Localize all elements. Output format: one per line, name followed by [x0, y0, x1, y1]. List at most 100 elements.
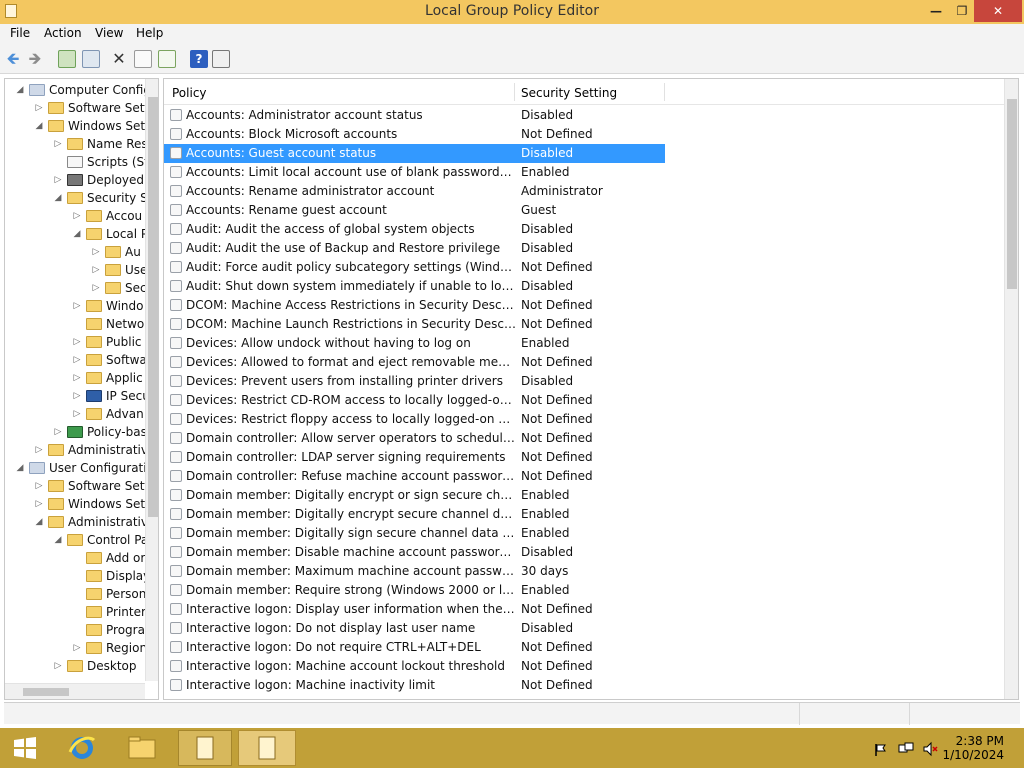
folder-icon [86, 570, 102, 582]
policy-setting-icon [170, 641, 182, 653]
policy-row[interactable]: Accounts: Block Microsoft accounts Not De… [164, 125, 1004, 144]
expand-arrow-icon[interactable]: ▷ [91, 265, 101, 275]
menu-file[interactable]: File [10, 26, 30, 40]
volume-muted-icon[interactable] [922, 741, 938, 757]
expand-arrow-icon[interactable]: ▷ [72, 409, 82, 419]
back-icon[interactable]: 🡸 [4, 50, 22, 68]
column-separator[interactable] [514, 83, 515, 101]
expand-arrow-icon[interactable]: ▷ [72, 643, 82, 653]
tree-horizontal-thumb[interactable] [23, 688, 69, 696]
group-policy-editor-taskbar-2[interactable] [238, 730, 296, 766]
expand-arrow-icon[interactable]: ▷ [72, 337, 82, 347]
policy-row[interactable]: Devices: Restrict CD-ROM access to local… [164, 391, 1004, 410]
policy-row[interactable]: Domain member: Digitally encrypt secure … [164, 505, 1004, 524]
file-explorer-icon[interactable] [120, 730, 164, 766]
policy-row[interactable]: Devices: Prevent users from installing p… [164, 372, 1004, 391]
network-icon[interactable] [898, 741, 914, 757]
export-list-icon[interactable] [158, 50, 176, 68]
close-button[interactable]: ✕ [974, 0, 1022, 22]
policy-row[interactable]: Accounts: Rename administrator account Ad… [164, 182, 1004, 201]
collapse-arrow-icon[interactable]: ◢ [15, 85, 25, 95]
policy-row[interactable]: Audit: Audit the access of global system… [164, 220, 1004, 239]
policy-row[interactable]: Audit: Force audit policy subcategory se… [164, 258, 1004, 277]
policy-row[interactable]: Interactive logon: Machine account locko… [164, 657, 1004, 676]
policy-row[interactable]: DCOM: Machine Access Restrictions in Sec… [164, 296, 1004, 315]
column-security-setting[interactable]: Security Setting [521, 86, 617, 100]
internet-explorer-icon[interactable] [60, 730, 104, 766]
expand-arrow-icon[interactable]: ▷ [91, 247, 101, 257]
expand-arrow-icon[interactable]: ▷ [53, 139, 63, 149]
policy-row[interactable]: Accounts: Guest account status Disabled [164, 144, 665, 163]
tree-vertical-thumb[interactable] [148, 97, 158, 517]
show-hide-tree-icon[interactable] [82, 50, 100, 68]
up-folder-icon[interactable] [58, 50, 76, 68]
security-setting-value: Not Defined [521, 450, 593, 464]
policy-row[interactable]: Audit: Shut down system immediately if u… [164, 277, 1004, 296]
column-policy[interactable]: Policy [172, 86, 207, 100]
policy-row[interactable]: Accounts: Limit local account use of bla… [164, 163, 1004, 182]
collapse-arrow-icon[interactable]: ◢ [34, 121, 44, 131]
expand-arrow-icon[interactable]: ▷ [53, 661, 63, 671]
policy-row[interactable]: Domain member: Digitally sign secure cha… [164, 524, 1004, 543]
policy-row[interactable]: Interactive logon: Do not require CTRL+A… [164, 638, 1004, 657]
expand-arrow-icon[interactable]: ▷ [34, 103, 44, 113]
list-vertical-scrollbar[interactable] [1004, 79, 1018, 699]
toolbar: 🡸 🡺 ✕ ? [0, 44, 1024, 74]
policy-row[interactable]: Domain member: Maximum machine account p… [164, 562, 1004, 581]
properties-icon[interactable] [134, 50, 152, 68]
expand-arrow-icon[interactable]: ▷ [72, 301, 82, 311]
menu-help[interactable]: Help [136, 26, 163, 40]
policy-row[interactable]: Interactive logon: Machine inactivity li… [164, 676, 1004, 695]
expand-arrow-icon[interactable]: ▷ [72, 355, 82, 365]
minimize-button[interactable]: — [921, 0, 951, 22]
expand-arrow-icon[interactable]: ▷ [53, 175, 63, 185]
tree-horizontal-scrollbar[interactable] [5, 683, 145, 699]
policy-row[interactable]: Devices: Restrict floppy access to local… [164, 410, 1004, 429]
expand-arrow-icon[interactable]: ▷ [34, 499, 44, 509]
column-separator[interactable] [664, 83, 665, 101]
menu-view[interactable]: View [95, 26, 123, 40]
menu-action[interactable]: Action [44, 26, 82, 40]
expand-arrow-icon[interactable]: ▷ [91, 283, 101, 293]
policy-row[interactable]: Domain controller: LDAP server signing r… [164, 448, 1004, 467]
policy-row[interactable]: Domain member: Disable machine account p… [164, 543, 1004, 562]
policy-row[interactable]: Domain member: Digitally encrypt or sign… [164, 486, 1004, 505]
policy-row[interactable]: Domain member: Require strong (Windows 2… [164, 581, 1004, 600]
collapse-arrow-icon[interactable]: ◢ [72, 229, 82, 239]
taskbar-clock[interactable]: 2:38 PM 1/10/2024 [942, 734, 1004, 762]
policy-row[interactable]: Devices: Allow undock without having to … [164, 334, 1004, 353]
expand-arrow-icon[interactable]: ▷ [72, 373, 82, 383]
policy-row[interactable]: Domain controller: Allow server operator… [164, 429, 1004, 448]
policy-list-pane[interactable]: Policy Security Setting Accounts: Admini… [163, 78, 1019, 700]
policy-row[interactable]: Accounts: Administrator account status Di… [164, 106, 1004, 125]
policy-name: Domain member: Digitally sign secure cha… [186, 526, 516, 540]
policy-row[interactable]: DCOM: Machine Launch Restrictions in Sec… [164, 315, 1004, 334]
policy-row[interactable]: Interactive logon: Display user informat… [164, 600, 1004, 619]
collapse-arrow-icon[interactable]: ◢ [53, 535, 63, 545]
list-vertical-thumb[interactable] [1007, 99, 1017, 289]
group-policy-editor-taskbar-1[interactable] [178, 730, 232, 766]
policy-row[interactable]: Audit: Audit the use of Backup and Resto… [164, 239, 1004, 258]
collapse-arrow-icon[interactable]: ◢ [15, 463, 25, 473]
action-center-flag-icon[interactable] [874, 742, 888, 756]
start-button[interactable] [8, 730, 42, 766]
expand-arrow-icon[interactable]: ▷ [72, 391, 82, 401]
expand-arrow-icon[interactable]: ▷ [53, 427, 63, 437]
forward-icon[interactable]: 🡺 [26, 50, 44, 68]
expand-arrow-icon[interactable]: ▷ [72, 211, 82, 221]
console-icon[interactable] [212, 50, 230, 68]
help-icon[interactable]: ? [190, 50, 208, 68]
delete-icon[interactable]: ✕ [110, 50, 128, 68]
console-tree[interactable]: ◢ Computer Config ▷ Software Setti ◢ Windows … [4, 78, 159, 700]
policy-row[interactable]: Accounts: Rename guest account Guest [164, 201, 1004, 220]
policy-row[interactable]: Interactive logon: Do not display last u… [164, 619, 1004, 638]
collapse-arrow-icon[interactable]: ◢ [34, 517, 44, 527]
maximize-button[interactable]: ❐ [951, 0, 973, 22]
expand-arrow-icon[interactable]: ▷ [34, 481, 44, 491]
policy-row[interactable]: Devices: Allowed to format and eject rem… [164, 353, 1004, 372]
security-setting-value: Administrator [521, 184, 603, 198]
policy-row[interactable]: Domain controller: Refuse machine accoun… [164, 467, 1004, 486]
collapse-arrow-icon[interactable]: ◢ [53, 193, 63, 203]
tree-vertical-scrollbar[interactable] [145, 79, 158, 681]
expand-arrow-icon[interactable]: ▷ [34, 445, 44, 455]
